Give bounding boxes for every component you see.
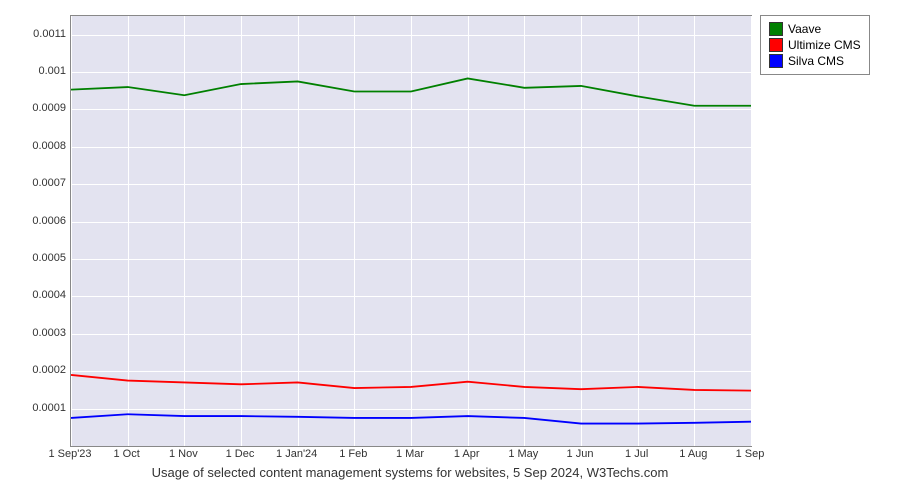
- series-line: [71, 78, 751, 105]
- x-tick-label: 1 Oct: [114, 448, 140, 460]
- x-tick-label: 1 Jun: [567, 448, 594, 460]
- legend-item: Silva CMS: [769, 54, 861, 68]
- x-tick-label: 1 Mar: [396, 448, 424, 460]
- y-tick-label: 0.0011: [16, 28, 66, 40]
- y-tick-label: 0.0005: [16, 252, 66, 264]
- chart-lines: [71, 16, 751, 446]
- y-tick-label: 0.0009: [16, 102, 66, 114]
- y-tick-label: 0.0007: [16, 177, 66, 189]
- legend-label: Ultimize CMS: [788, 38, 861, 52]
- series-line: [71, 375, 751, 391]
- chart-caption: Usage of selected content management sys…: [70, 465, 750, 480]
- y-tick-label: 0.0001: [16, 402, 66, 414]
- y-tick-label: 0.0003: [16, 327, 66, 339]
- x-tick-label: 1 Nov: [169, 448, 198, 460]
- chart-container: 0.0001 0.0002 0.0003 0.0004 0.0005 0.0006 0.00…: [10, 10, 890, 490]
- legend-swatch: [769, 22, 783, 36]
- x-tick-label: 1 Feb: [339, 448, 367, 460]
- series-line: [71, 414, 751, 423]
- legend: Vaave Ultimize CMS Silva CMS: [760, 15, 870, 75]
- x-tick-label: 1 Apr: [454, 448, 480, 460]
- y-tick-label: 0.0002: [16, 364, 66, 376]
- grid-line-v: [751, 16, 752, 446]
- x-tick-label: 1 May: [508, 448, 538, 460]
- legend-label: Silva CMS: [788, 54, 844, 68]
- legend-swatch: [769, 38, 783, 52]
- legend-label: Vaave: [788, 22, 821, 36]
- y-tick-label: 0.0008: [16, 140, 66, 152]
- x-tick-label: 1 Jan'24: [276, 448, 317, 460]
- x-tick-label: 1 Dec: [226, 448, 255, 460]
- y-tick-label: 0.0006: [16, 215, 66, 227]
- legend-swatch: [769, 54, 783, 68]
- legend-item: Vaave: [769, 22, 861, 36]
- y-tick-label: 0.0004: [16, 289, 66, 301]
- x-tick-label: 1 Aug: [679, 448, 707, 460]
- legend-item: Ultimize CMS: [769, 38, 861, 52]
- x-tick-label: 1 Jul: [625, 448, 648, 460]
- y-tick-label: 0.001: [16, 65, 66, 77]
- plot-area: [70, 15, 752, 447]
- x-tick-label: 1 Sep: [736, 448, 765, 460]
- x-tick-label: 1 Sep'23: [48, 448, 91, 460]
